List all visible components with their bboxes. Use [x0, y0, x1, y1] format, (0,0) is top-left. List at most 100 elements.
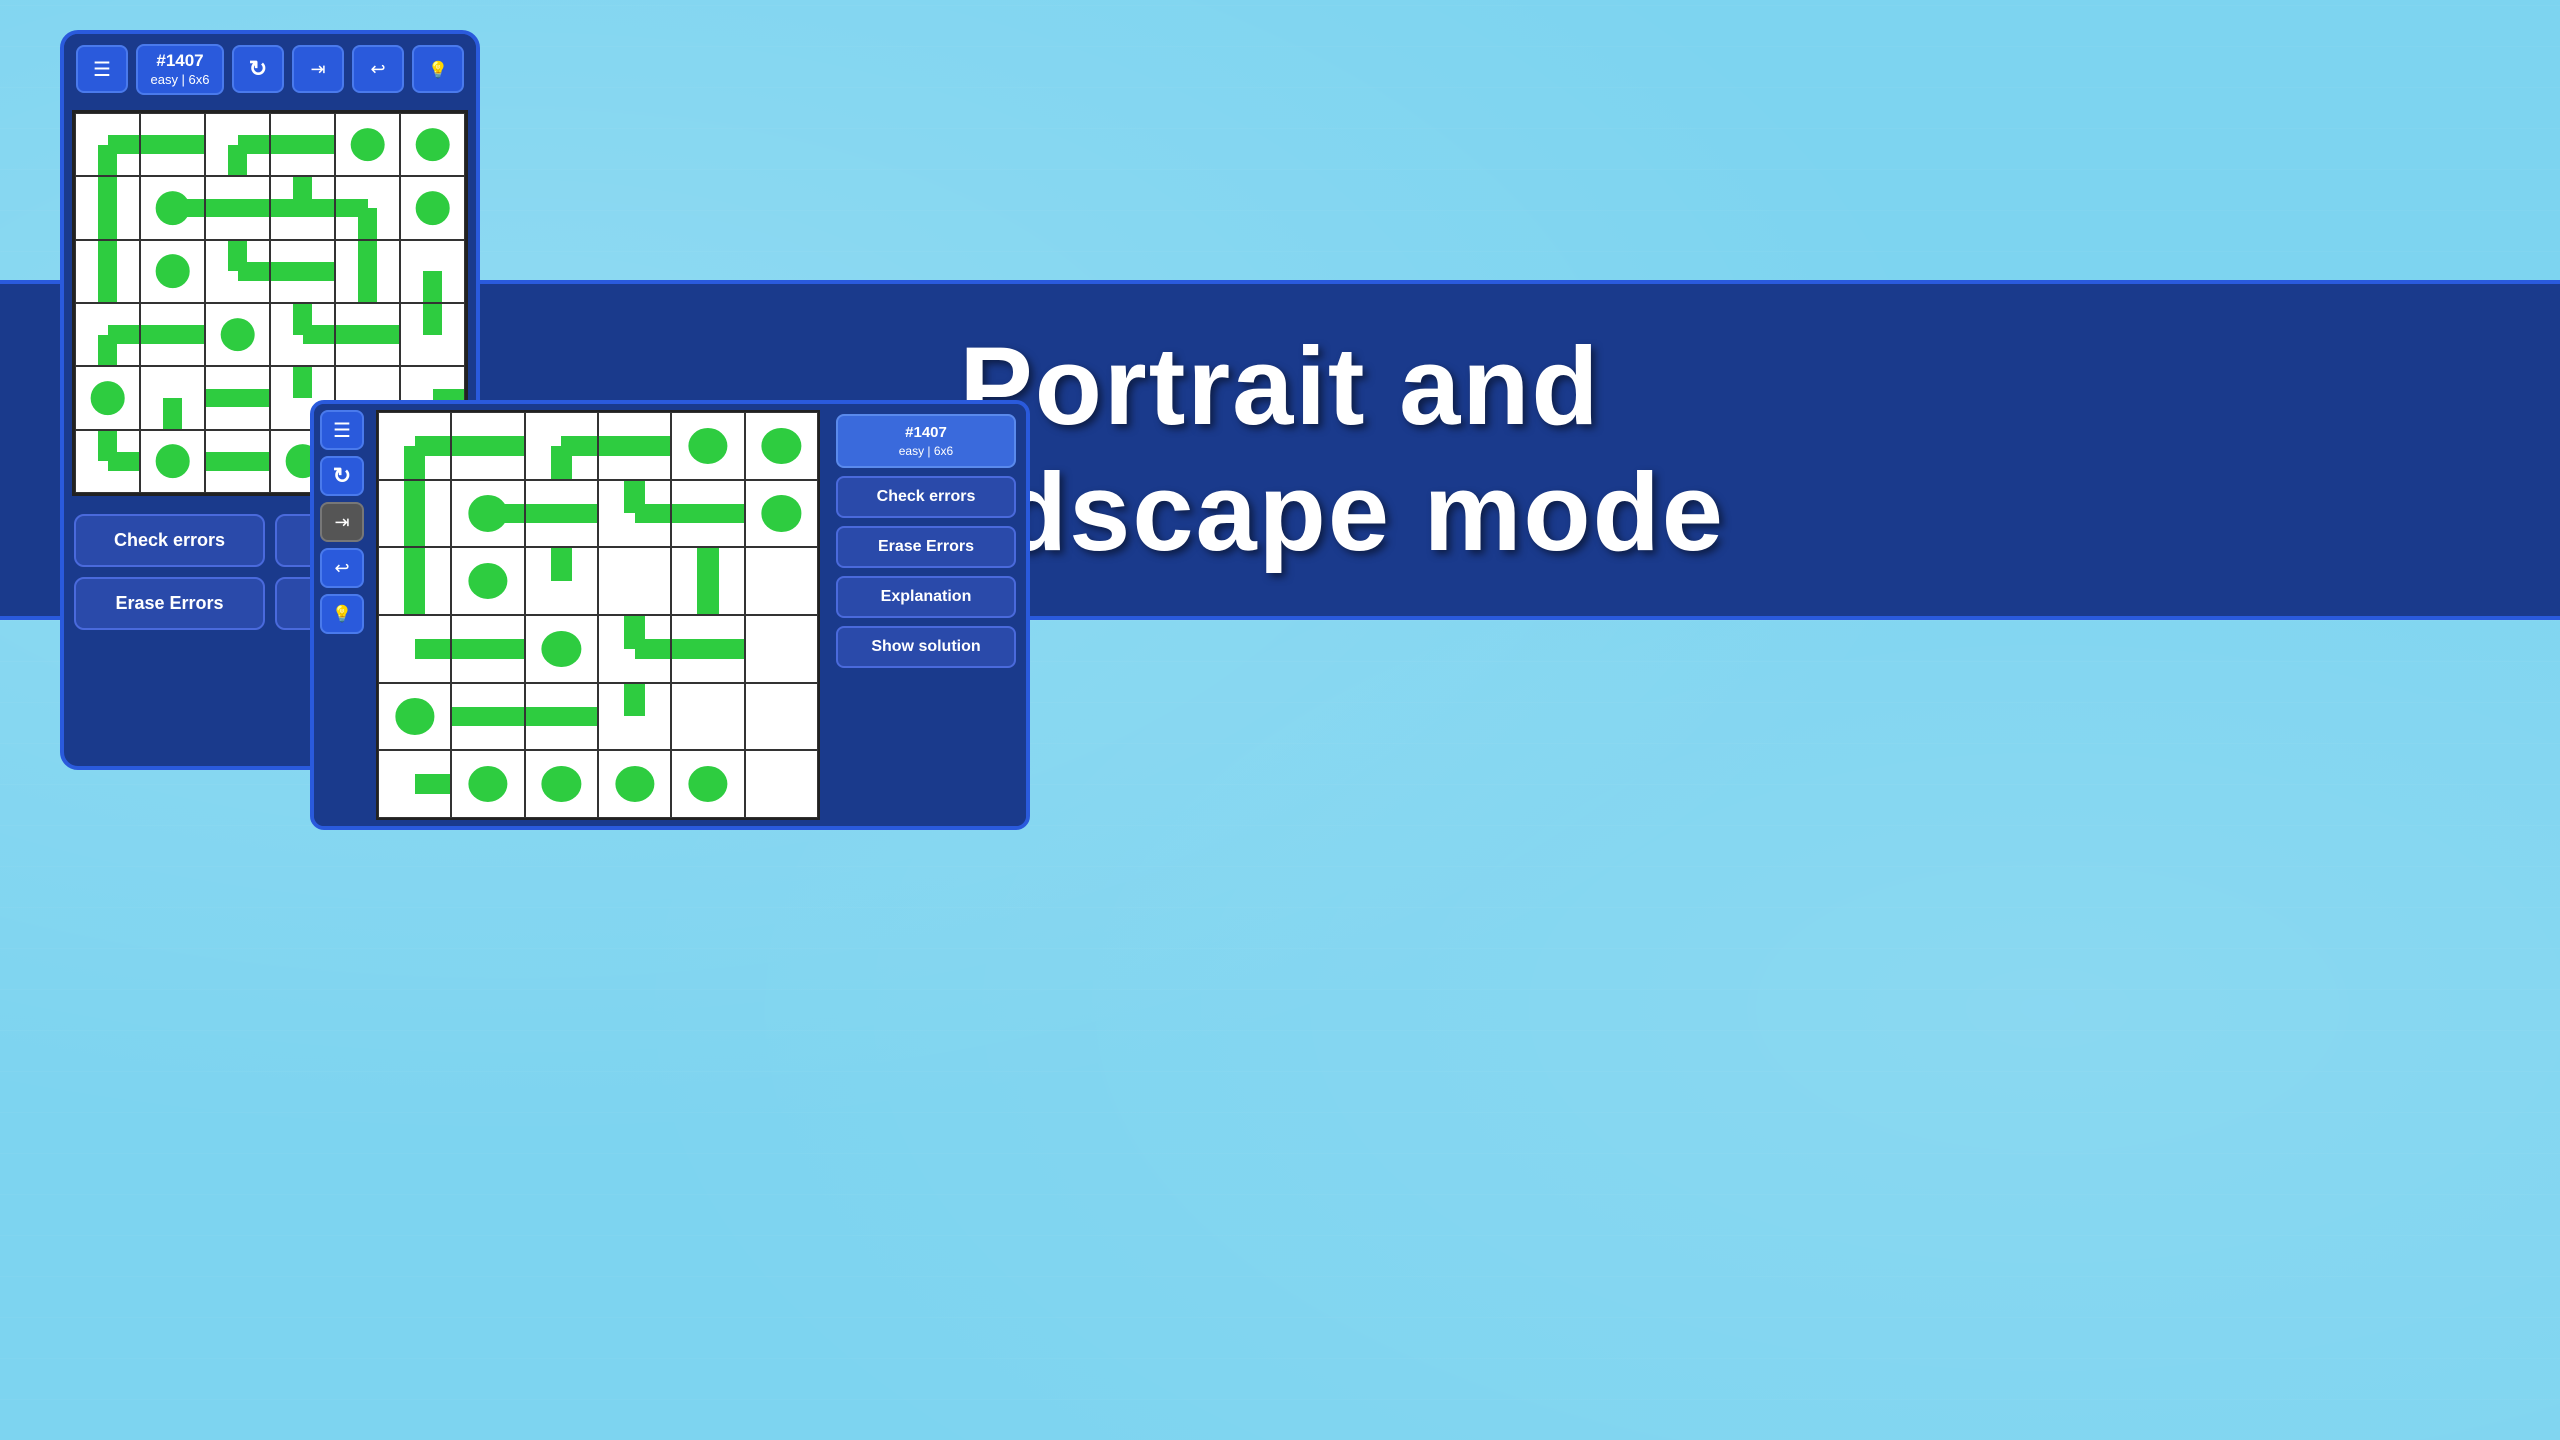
table-row: [525, 547, 598, 615]
landscape-device: #1407 easy | 6x6 Check errors Erase Erro…: [310, 400, 1030, 830]
ls-share-icon: [334, 512, 349, 533]
table-row: [335, 303, 400, 366]
table-row: [270, 113, 335, 176]
table-row: [205, 176, 270, 239]
table-row: [598, 412, 671, 480]
table-row: [745, 615, 818, 683]
table-row: [598, 480, 671, 548]
landscape-inner: #1407 easy | 6x6 Check errors Erase Erro…: [314, 404, 1026, 826]
table-row: [378, 750, 451, 818]
table-row: [140, 113, 205, 176]
ls-menu-button[interactable]: [320, 410, 364, 450]
table-row: [75, 240, 140, 303]
bulb-icon: [428, 59, 448, 80]
puzzle-sub: easy | 6x6: [148, 72, 212, 89]
ls-puzzle-id: #1407: [844, 422, 1008, 443]
table-row: [75, 430, 140, 493]
table-row: [75, 303, 140, 366]
table-row: [270, 240, 335, 303]
table-row: [335, 176, 400, 239]
ls-explanation-button[interactable]: Explanation: [836, 576, 1016, 618]
ls-refresh-icon: [333, 463, 351, 489]
check-errors-button[interactable]: Check errors: [74, 514, 265, 567]
table-row: [400, 113, 465, 176]
table-row: [205, 366, 270, 429]
table-row: [671, 412, 744, 480]
table-row: [140, 366, 205, 429]
table-row: [378, 480, 451, 548]
landscape-toolbar: [314, 404, 370, 826]
banner-line1: Portrait and: [959, 325, 1600, 448]
landscape-right-panel: #1407 easy | 6x6 Check errors Erase Erro…: [826, 404, 1026, 826]
hint-button[interactable]: [412, 45, 464, 93]
menu-button[interactable]: [76, 45, 128, 93]
puzzle-id-badge: #1407 easy | 6x6: [136, 44, 224, 95]
table-row: [745, 750, 818, 818]
table-row: [451, 750, 524, 818]
refresh-button[interactable]: [232, 45, 284, 93]
ls-undo-button[interactable]: [320, 548, 364, 588]
table-row: [270, 176, 335, 239]
table-row: [745, 480, 818, 548]
table-row: [400, 240, 465, 303]
ls-erase-errors-button[interactable]: Erase Errors: [836, 526, 1016, 568]
ls-bulb-icon: [332, 604, 352, 624]
table-row: [451, 412, 524, 480]
table-row: [451, 547, 524, 615]
table-row: [671, 547, 744, 615]
portrait-header: #1407 easy | 6x6: [64, 34, 476, 104]
table-row: [205, 430, 270, 493]
ls-undo-icon: [334, 558, 349, 579]
table-row: [205, 113, 270, 176]
ls-hint-button[interactable]: [320, 594, 364, 634]
table-row: [400, 176, 465, 239]
table-row: [598, 547, 671, 615]
puzzle-id: #1407: [148, 50, 212, 72]
table-row: [140, 240, 205, 303]
ls-check-errors-button[interactable]: Check errors: [836, 476, 1016, 518]
table-row: [525, 480, 598, 548]
ls-puzzle-id-badge: #1407 easy | 6x6: [836, 414, 1016, 468]
table-row: [270, 303, 335, 366]
table-row: [525, 750, 598, 818]
table-row: [400, 303, 465, 366]
share-icon: [310, 59, 325, 80]
table-row: [335, 113, 400, 176]
table-row: [671, 480, 744, 548]
table-row: [525, 615, 598, 683]
table-row: [378, 412, 451, 480]
ls-refresh-button[interactable]: [320, 456, 364, 496]
erase-errors-button[interactable]: Erase Errors: [74, 577, 265, 630]
table-row: [745, 683, 818, 751]
menu-icon: [93, 57, 111, 82]
table-row: [378, 615, 451, 683]
table-row: [140, 430, 205, 493]
table-row: [745, 412, 818, 480]
table-row: [671, 683, 744, 751]
ls-share-button[interactable]: [320, 502, 364, 542]
share-button[interactable]: [292, 45, 344, 93]
table-row: [598, 683, 671, 751]
table-row: [745, 547, 818, 615]
table-row: [671, 750, 744, 818]
table-row: [75, 113, 140, 176]
table-row: [140, 303, 205, 366]
refresh-icon: [249, 56, 267, 82]
table-row: [671, 615, 744, 683]
landscape-grid: [376, 410, 820, 820]
table-row: [75, 176, 140, 239]
table-row: [525, 683, 598, 751]
table-row: [451, 615, 524, 683]
undo-icon: [370, 59, 385, 80]
table-row: [335, 240, 400, 303]
undo-button[interactable]: [352, 45, 404, 93]
ls-menu-icon: [333, 418, 351, 443]
table-row: [451, 480, 524, 548]
table-row: [451, 683, 524, 751]
table-row: [205, 240, 270, 303]
ls-show-solution-button[interactable]: Show solution: [836, 626, 1016, 668]
table-row: [140, 176, 205, 239]
table-row: [378, 683, 451, 751]
table-row: [525, 412, 598, 480]
table-row: [378, 547, 451, 615]
